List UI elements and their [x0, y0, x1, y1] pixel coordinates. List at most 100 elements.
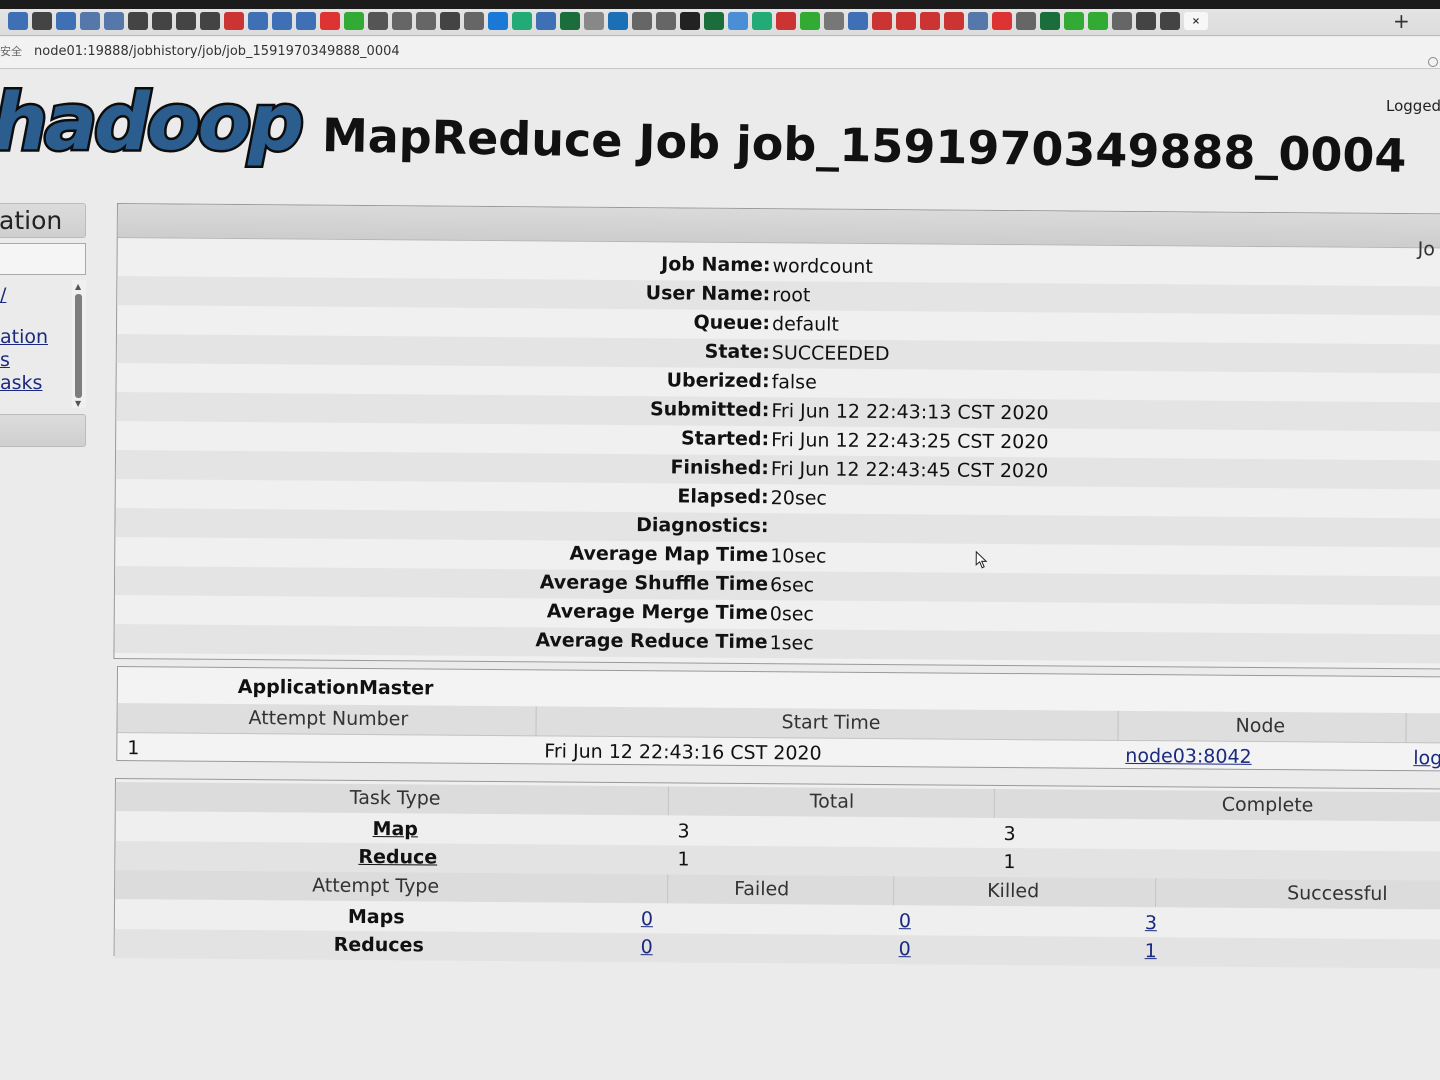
browser-tab-favicon-icon[interactable] [560, 12, 580, 30]
browser-tab-favicon-icon[interactable] [992, 12, 1012, 30]
browser-tab-favicon-icon[interactable] [1088, 12, 1108, 30]
browser-tab-favicon-icon[interactable] [1112, 12, 1132, 30]
browser-tab-favicon-icon[interactable] [1064, 12, 1084, 30]
browser-tab-favicon-icon[interactable] [680, 12, 700, 30]
browser-tab-favicon-icon[interactable] [752, 12, 772, 30]
browser-tab-favicon-icon[interactable] [1040, 12, 1060, 30]
browser-tab-favicon-icon[interactable] [200, 12, 220, 30]
job-info-key: State: [704, 340, 770, 364]
column-header-task-type[interactable]: Task Type [350, 787, 441, 810]
browser-tab-favicon-icon[interactable] [416, 12, 436, 30]
job-info-key: Average Reduce Time [535, 629, 768, 654]
job-info-value: Fri Jun 12 22:43:13 CST 2020 [771, 400, 1049, 425]
column-header-node[interactable]: Node [1235, 715, 1285, 737]
hadoop-logo[interactable]: hadoop [0, 82, 307, 165]
browser-tab-favicon-icon[interactable] [1136, 12, 1156, 30]
browser-tab-favicon-icon[interactable] [488, 12, 508, 30]
job-info-key: Uberized: [666, 369, 770, 393]
browser-tab-favicon-icon[interactable] [176, 12, 196, 30]
column-header-attempt-type[interactable]: Attempt Type [312, 875, 439, 898]
browser-tab-favicon-icon[interactable] [1160, 12, 1180, 30]
browser-tab-favicon-icon[interactable] [8, 12, 28, 30]
scroll-up-icon[interactable]: ▲ [75, 282, 81, 291]
task-type-link[interactable]: Reduce [358, 846, 437, 869]
column-divider [893, 876, 895, 906]
close-tab-icon[interactable]: × [1184, 12, 1208, 30]
browser-tab-favicon-icon[interactable] [104, 12, 124, 30]
browser-tab-favicon-icon[interactable] [128, 12, 148, 30]
sidebar-link-jobs[interactable]: / [0, 286, 6, 305]
browser-tab-favicon-icon[interactable] [464, 12, 484, 30]
browser-tab-favicon-icon[interactable] [320, 12, 340, 30]
application-master-table: ApplicationMaster Attempt Number Start T… [116, 666, 1440, 772]
sidebar-scrollbar[interactable]: ▲ ▼ [72, 280, 86, 408]
browser-tab-favicon-icon[interactable] [512, 12, 532, 30]
task-summary-table: Task Type Total Complete Map 3 3 Reduce … [113, 778, 1440, 969]
sidebar-tools-header[interactable] [0, 414, 86, 447]
browser-tab-favicon-icon[interactable] [584, 12, 604, 30]
attempt-type-label: Maps [347, 905, 405, 929]
browser-tab-favicon-icon[interactable] [536, 12, 556, 30]
column-header-total[interactable]: Total [810, 790, 855, 812]
failed-count-link[interactable]: 0 [641, 908, 653, 930]
successful-count-link[interactable]: 1 [1145, 940, 1157, 962]
sidebar-link-map-tasks[interactable]: s [0, 351, 10, 370]
browser-tab-favicon-icon[interactable] [80, 12, 100, 30]
sidebar-link-configuration[interactable]: ation [0, 328, 48, 347]
failed-count-link[interactable]: 0 [641, 936, 653, 958]
browser-tab-favicon-icon[interactable] [608, 12, 628, 30]
browser-tab-favicon-icon[interactable] [800, 12, 820, 30]
browser-tab-favicon-icon[interactable] [656, 12, 676, 30]
browser-tab-favicon-icon[interactable] [248, 12, 268, 30]
killed-count-link[interactable]: 0 [899, 910, 911, 932]
browser-tab-favicon-icon[interactable] [32, 12, 52, 30]
column-header-killed[interactable]: Killed [987, 880, 1039, 902]
column-divider [667, 874, 669, 904]
column-header-complete[interactable]: Complete [1222, 794, 1314, 817]
browser-tab-favicon-icon[interactable] [968, 12, 988, 30]
tab-favicon-row: × [8, 12, 1208, 32]
browser-tab-favicon-icon[interactable] [872, 12, 892, 30]
column-header-successful[interactable]: Successful [1287, 882, 1388, 905]
browser-tab-favicon-icon[interactable] [848, 12, 868, 30]
browser-tab-favicon-icon[interactable] [632, 12, 652, 30]
browser-tab-favicon-icon[interactable] [296, 12, 316, 30]
address-bar[interactable]: 安全 node01:19888/jobhistory/job/job_15919… [0, 37, 1440, 69]
browser-tab-favicon-icon[interactable] [920, 12, 940, 30]
job-info-key: Average Merge Time [546, 600, 768, 625]
column-header-start-time[interactable]: Start Time [781, 711, 880, 734]
sidebar-section-header[interactable]: ation [0, 203, 86, 238]
browser-tab-favicon-icon[interactable] [272, 12, 292, 30]
browser-tab-favicon-icon[interactable] [704, 12, 724, 30]
browser-tab-favicon-icon[interactable] [944, 12, 964, 30]
scrollbar-thumb[interactable] [75, 294, 82, 398]
browser-tab-favicon-icon[interactable] [152, 12, 172, 30]
browser-tab-favicon-icon[interactable] [56, 12, 76, 30]
killed-count-link[interactable]: 0 [899, 938, 911, 960]
task-complete-cell: 1 [1003, 850, 1016, 874]
sidebar-section-label: ation [0, 206, 63, 235]
browser-tab-favicon-icon[interactable] [440, 12, 460, 30]
browser-tab-favicon-icon[interactable] [896, 12, 916, 30]
url-text[interactable]: node01:19888/jobhistory/job/job_15919703… [34, 44, 400, 59]
browser-tab-favicon-icon[interactable] [824, 12, 844, 30]
job-info-key: User Name: [645, 282, 771, 306]
address-bar-icon[interactable] [1428, 57, 1438, 67]
browser-tab-favicon-icon[interactable] [392, 12, 412, 30]
logs-link[interactable]: log [1413, 747, 1440, 769]
new-tab-button[interactable]: + [1393, 11, 1410, 31]
column-header-failed[interactable]: Failed [734, 878, 789, 900]
successful-count-link[interactable]: 3 [1145, 912, 1157, 934]
browser-tab-favicon-icon[interactable] [1016, 12, 1036, 30]
browser-tab-favicon-icon[interactable] [368, 12, 388, 30]
task-type-link[interactable]: Map [373, 818, 419, 840]
browser-tab-favicon-icon[interactable] [776, 12, 796, 30]
secure-indicator: 安全 [0, 45, 22, 58]
node-link[interactable]: node03:8042 [1125, 745, 1252, 768]
column-header-attempt-number[interactable]: Attempt Number [249, 707, 409, 730]
browser-tab-favicon-icon[interactable] [728, 12, 748, 30]
browser-tab-favicon-icon[interactable] [224, 12, 244, 30]
scroll-down-icon[interactable]: ▼ [75, 399, 81, 408]
browser-tab-favicon-icon[interactable] [344, 12, 364, 30]
sidebar-link-reduce-tasks[interactable]: asks [0, 374, 42, 393]
